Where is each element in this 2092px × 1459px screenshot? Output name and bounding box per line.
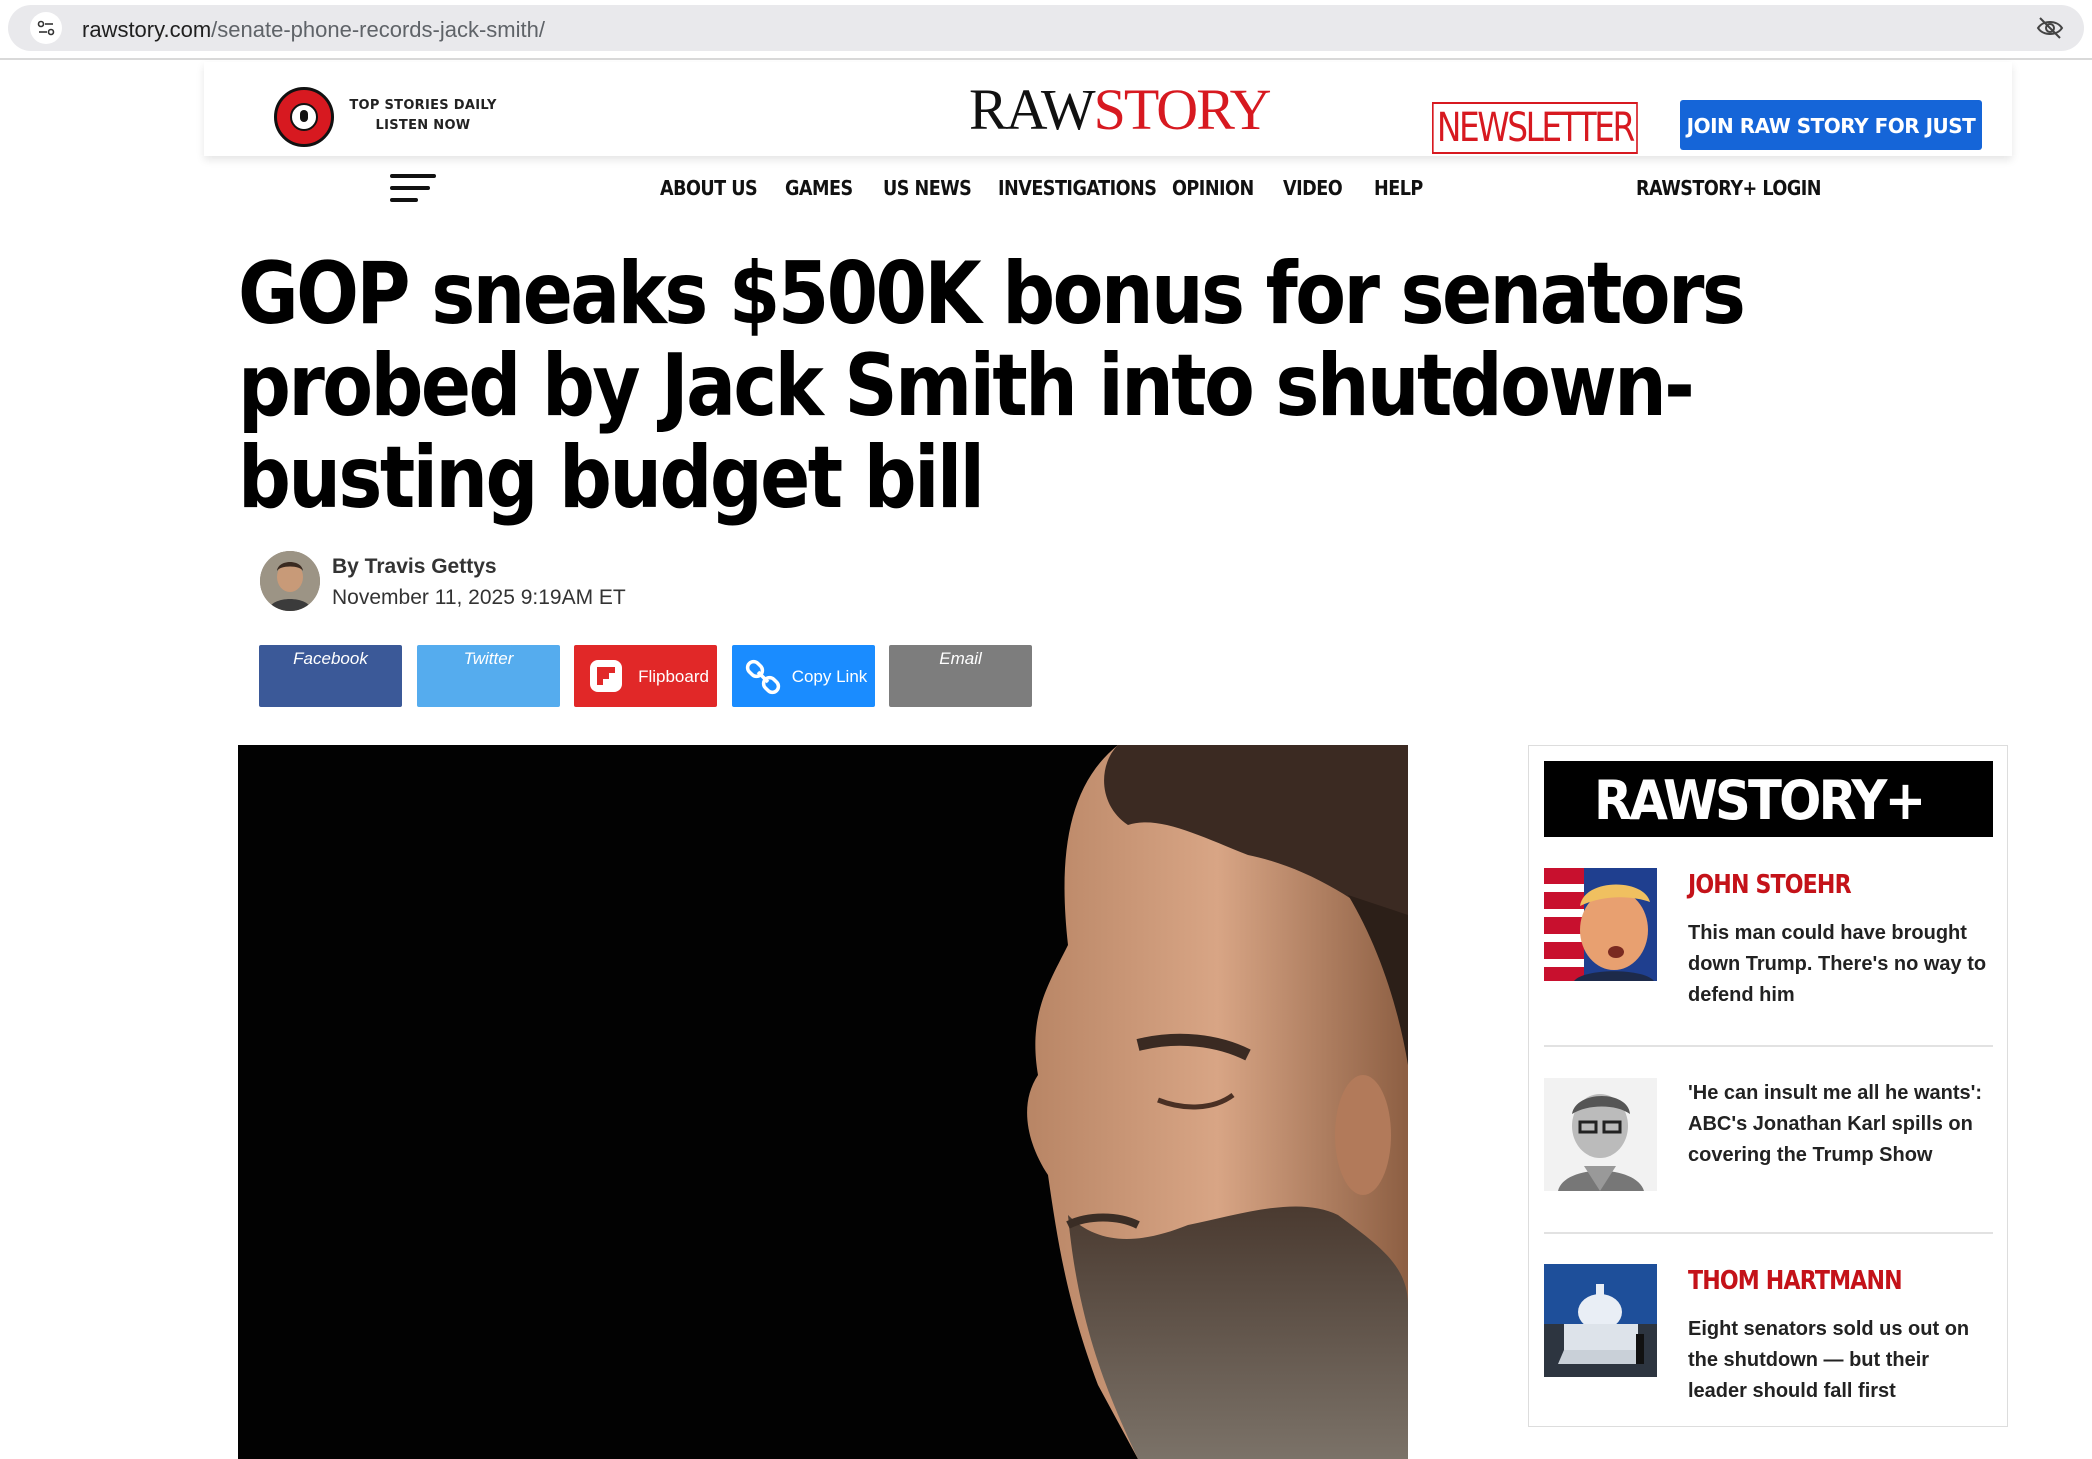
story-author[interactable]: JOHN STOEHR — [1688, 870, 1852, 900]
divider — [1544, 1232, 1993, 1234]
share-email-button[interactable]: Email — [889, 645, 1032, 707]
banner-raw: RAW — [1594, 769, 1718, 832]
eye-off-icon[interactable] — [2036, 16, 2064, 45]
share-twitter-label: Twitter — [463, 649, 514, 668]
sidebar-story[interactable]: THOM HARTMANN Eight senators sold us out… — [1544, 1264, 1993, 1414]
story-title[interactable]: Eight senators sold us out on the shutdo… — [1688, 1314, 1988, 1407]
url-text[interactable]: rawstory.com/senate-phone-records-jack-s… — [82, 17, 545, 43]
share-copy-link-button[interactable]: Copy Link — [732, 645, 875, 707]
hero-image — [238, 745, 1408, 1459]
share-flipboard-label: Flipboard — [638, 667, 709, 686]
main-nav: ABOUT US GAMES US NEWS INVESTIGATIONS OP… — [0, 176, 2092, 210]
podcast-line1: TOP STORIES DAILY — [349, 98, 497, 113]
share-email-label: Email — [939, 649, 982, 668]
site-logo[interactable]: RAWSTORY — [969, 77, 1272, 142]
share-facebook-button[interactable]: Facebook — [259, 645, 402, 707]
byline-date: November 11, 2025 9:19AM ET — [332, 586, 626, 609]
banner-story: STORY+ — [1714, 769, 1926, 832]
rawstory-plus-sidebar: RAWSTORY+ JOHN STOEHR This man could hav… — [1528, 745, 2008, 1427]
podcast-line2: LISTEN NOW — [375, 118, 471, 133]
sidebar-story[interactable]: 'He can insult me all he wants': ABC's J… — [1544, 1078, 1993, 1228]
share-copy-link-label: Copy Link — [791, 667, 868, 686]
share-flipboard-button[interactable]: Flipboard — [574, 645, 717, 707]
rawstory-plus-banner[interactable]: RAWSTORY+ — [1544, 761, 1993, 837]
byline-author[interactable]: By Travis Gettys — [332, 555, 497, 579]
nav-login[interactable]: RAWSTORY+ LOGIN — [1636, 176, 1822, 200]
url-domain: rawstory.com — [82, 17, 212, 42]
story-thumbnail[interactable] — [1544, 868, 1657, 981]
share-facebook-label: Facebook — [293, 649, 368, 668]
story-thumbnail[interactable] — [1544, 1264, 1657, 1377]
logo-story: STORY — [1093, 77, 1272, 142]
nav-opinion[interactable]: OPINION — [1172, 176, 1254, 200]
nav-video[interactable]: VIDEO — [1283, 176, 1343, 200]
nav-games[interactable]: GAMES — [785, 176, 853, 200]
story-title[interactable]: This man could have brought down Trump. … — [1688, 918, 1988, 1011]
nav-help[interactable]: HELP — [1374, 176, 1423, 200]
newsletter-link[interactable]: NEWSLETTER — [1432, 102, 1638, 154]
logo-raw: RAW — [969, 77, 1096, 142]
site-info-icon[interactable] — [30, 12, 62, 44]
article-headline: GOP sneaks $500K bonus for senators prob… — [238, 244, 1746, 528]
nav-about-us[interactable]: ABOUT US — [660, 176, 758, 200]
podcast-promo[interactable]: TOP STORIES DAILY LISTEN NOW — [338, 96, 508, 136]
share-twitter-button[interactable]: Twitter — [417, 645, 560, 707]
story-title[interactable]: 'He can insult me all he wants': ABC's J… — [1688, 1078, 1988, 1171]
site-header: TOP STORIES DAILY LISTEN NOW RAWSTORY NE… — [204, 62, 2012, 188]
sidebar-story[interactable]: JOHN STOEHR This man could have brought … — [1544, 868, 1993, 1018]
address-field[interactable]: rawstory.com/senate-phone-records-jack-s… — [8, 5, 2084, 51]
podcast-logo-icon[interactable] — [274, 87, 334, 147]
divider — [1544, 1045, 1993, 1047]
story-author[interactable]: THOM HARTMANN — [1688, 1266, 1903, 1296]
story-thumbnail[interactable] — [1544, 1078, 1657, 1191]
url-path: /senate-phone-records-jack-smith/ — [211, 17, 545, 42]
author-avatar[interactable] — [260, 551, 320, 611]
join-button[interactable]: JOIN RAW STORY FOR JUST $1 — [1680, 100, 1982, 188]
browser-address-bar: rawstory.com/senate-phone-records-jack-s… — [0, 0, 2092, 60]
nav-investigations[interactable]: INVESTIGATIONS — [998, 176, 1157, 200]
nav-us-news[interactable]: US NEWS — [883, 176, 972, 200]
